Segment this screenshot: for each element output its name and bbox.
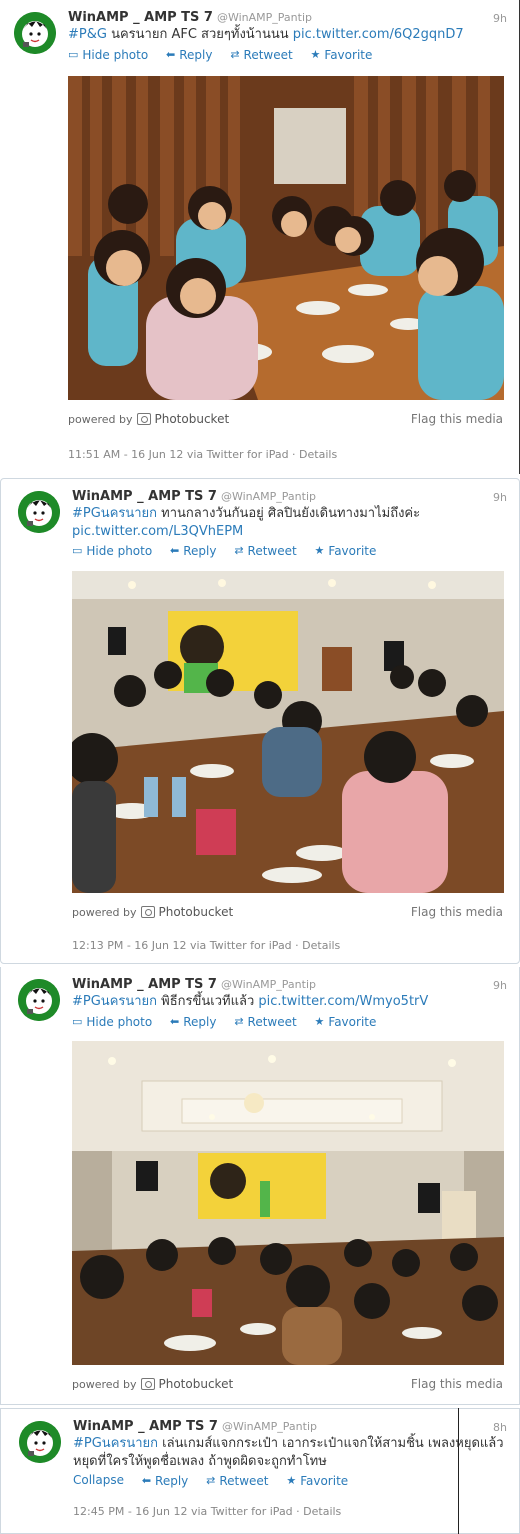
tweet-photo[interactable] xyxy=(72,571,504,893)
reply-icon: ⬅ xyxy=(170,544,180,557)
star-icon: ★ xyxy=(314,1015,325,1028)
favorite-button[interactable]: ★ Favorite xyxy=(315,544,377,558)
collapse-button[interactable]: Collapse xyxy=(73,1473,124,1487)
favorite-button[interactable]: ★ Favorite xyxy=(311,48,373,62)
author-handle[interactable]: @WinAMP_Pantip xyxy=(221,978,316,991)
reply-button[interactable]: ⬅ Reply xyxy=(142,1474,188,1488)
tweet-age[interactable]: 9h xyxy=(493,12,507,25)
tweet-body: นครนายก AFC สวยๆทั้งน้านนน xyxy=(106,27,293,42)
flag-media-link[interactable]: Flag this media xyxy=(411,1377,503,1391)
hide-photo-button[interactable]: ▭ Hide photo xyxy=(72,544,152,558)
media-link[interactable]: pic.twitter.com/6Q2gqnD7 xyxy=(293,27,464,42)
author-handle[interactable]: @WinAMP_Pantip xyxy=(217,11,312,24)
tweet-actions: Collapse ⬅ Reply ⇄ Retweet ★ Favorite xyxy=(73,1473,362,1488)
tweet-text: #PGนครนายก ทานกลางวันกันอยู่ ศิลปินยังเด… xyxy=(72,505,502,541)
tweet-text: #PGนครนายก พิธีกรขึ้นเวทีแล้ว pic.twitte… xyxy=(72,993,502,1011)
reply-button[interactable]: ⬅ Reply xyxy=(170,1015,216,1029)
tweet-actions: ▭ Hide photo ⬅ Reply ⇄ Retweet ★ Favorite xyxy=(68,47,386,62)
star-icon: ★ xyxy=(314,544,325,557)
photobucket-link[interactable]: Photobucket xyxy=(159,905,234,919)
hashtag-link[interactable]: #PGนครนายก xyxy=(72,506,157,521)
tweet-2: WinAMP _ AMP TS 7 @WinAMP_Pantip 9h #PGนค… xyxy=(0,478,520,964)
hide-photo-button[interactable]: ▭ Hide photo xyxy=(72,1015,152,1029)
hide-photo-button[interactable]: ▭ Hide photo xyxy=(68,48,148,62)
camera-icon xyxy=(136,413,151,425)
flag-media-link[interactable]: Flag this media xyxy=(411,905,503,919)
avatar[interactable] xyxy=(14,12,56,54)
avatar[interactable] xyxy=(19,1421,61,1463)
media-link[interactable]: pic.twitter.com/L3QVhEPM xyxy=(72,524,243,539)
star-icon: ★ xyxy=(286,1474,297,1487)
author-name[interactable]: WinAMP _ AMP TS 7 @WinAMP_Pantip xyxy=(68,10,312,25)
retweet-icon: ⇄ xyxy=(234,1015,244,1028)
powered-by: powered by Photobucket xyxy=(72,905,234,919)
camera-icon xyxy=(140,1378,155,1390)
tweet-age[interactable]: 9h xyxy=(493,491,507,504)
powered-by: powered by Photobucket xyxy=(68,412,230,426)
photobucket-link[interactable]: Photobucket xyxy=(159,1377,234,1391)
text-cursor-line xyxy=(458,1408,459,1534)
tweet-3: WinAMP _ AMP TS 7 @WinAMP_Pantip 9h #PGนค… xyxy=(0,967,520,1405)
photo-icon: ▭ xyxy=(72,544,83,557)
powered-by: powered by Photobucket xyxy=(72,1377,234,1391)
hashtag-link[interactable]: #PGนครนายก xyxy=(72,994,157,1009)
tweet-1: WinAMP _ AMP TS 7 @WinAMP_Pantip 9h #P&G … xyxy=(0,0,520,474)
tweet-meta[interactable]: 11:51 AM - 16 Jun 12 via Twitter for iPa… xyxy=(68,448,337,461)
retweet-button[interactable]: ⇄ Retweet xyxy=(234,544,296,558)
tweet-text: #PGนครนายก เล่นเกมส์แจกกระเป๋า เอากระเป๋… xyxy=(73,1435,509,1471)
retweet-button[interactable]: ⇄ Retweet xyxy=(230,48,292,62)
photo-icon: ▭ xyxy=(72,1015,83,1028)
tweet-meta[interactable]: 12:13 PM - 16 Jun 12 via Twitter for iPa… xyxy=(72,939,340,952)
reply-button[interactable]: ⬅ Reply xyxy=(170,544,216,558)
author-name[interactable]: WinAMP _ AMP TS 7 @WinAMP_Pantip xyxy=(73,1419,317,1434)
photo-icon: ▭ xyxy=(68,48,79,61)
retweet-icon: ⇄ xyxy=(230,48,240,61)
flag-media-link[interactable]: Flag this media xyxy=(411,412,503,426)
reply-icon: ⬅ xyxy=(166,48,176,61)
tweet-photo[interactable] xyxy=(72,1041,504,1365)
tweet-body: พิธีกรขึ้นเวทีแล้ว xyxy=(157,994,259,1009)
tweet-actions: ▭ Hide photo ⬅ Reply ⇄ Retweet ★ Favorite xyxy=(72,543,390,558)
avatar[interactable] xyxy=(18,979,60,1021)
author-name[interactable]: WinAMP _ AMP TS 7 @WinAMP_Pantip xyxy=(72,977,316,992)
reply-button[interactable]: ⬅ Reply xyxy=(166,48,212,62)
favorite-button[interactable]: ★ Favorite xyxy=(286,1474,348,1488)
tweet-photo[interactable] xyxy=(68,76,504,400)
star-icon: ★ xyxy=(310,48,321,61)
reply-icon: ⬅ xyxy=(170,1015,180,1028)
favorite-button[interactable]: ★ Favorite xyxy=(315,1015,377,1029)
retweet-button[interactable]: ⇄ Retweet xyxy=(234,1015,296,1029)
retweet-button[interactable]: ⇄ Retweet xyxy=(206,1474,268,1488)
tweet-text: #P&G นครนายก AFC สวยๆทั้งน้านนน pic.twit… xyxy=(68,26,508,44)
photobucket-link[interactable]: Photobucket xyxy=(155,412,230,426)
tweet-meta[interactable]: 12:45 PM - 16 Jun 12 via Twitter for iPa… xyxy=(73,1505,341,1518)
author-handle[interactable]: @WinAMP_Pantip xyxy=(221,490,316,503)
reply-icon: ⬅ xyxy=(141,1474,152,1487)
avatar[interactable] xyxy=(18,491,60,533)
hashtag-link[interactable]: #PGนครนายก xyxy=(73,1436,158,1451)
retweet-icon: ⇄ xyxy=(206,1474,216,1487)
author-name[interactable]: WinAMP _ AMP TS 7 @WinAMP_Pantip xyxy=(72,489,316,504)
author-handle[interactable]: @WinAMP_Pantip xyxy=(222,1420,317,1433)
tweet-body: ทานกลางวันกันอยู่ ศิลปินยังเดินทางมาไม่ถ… xyxy=(157,506,421,521)
retweet-icon: ⇄ xyxy=(234,544,244,557)
media-link[interactable]: pic.twitter.com/Wmyo5trV xyxy=(258,994,428,1009)
tweet-age[interactable]: 8h xyxy=(493,1421,507,1434)
tweet-age[interactable]: 9h xyxy=(493,979,507,992)
tweet-actions: ▭ Hide photo ⬅ Reply ⇄ Retweet ★ Favorite xyxy=(72,1014,390,1029)
hashtag-link[interactable]: #P&G xyxy=(68,27,107,42)
camera-icon xyxy=(140,906,155,918)
tweet-4: WinAMP _ AMP TS 7 @WinAMP_Pantip 8h #PGนค… xyxy=(0,1408,520,1534)
